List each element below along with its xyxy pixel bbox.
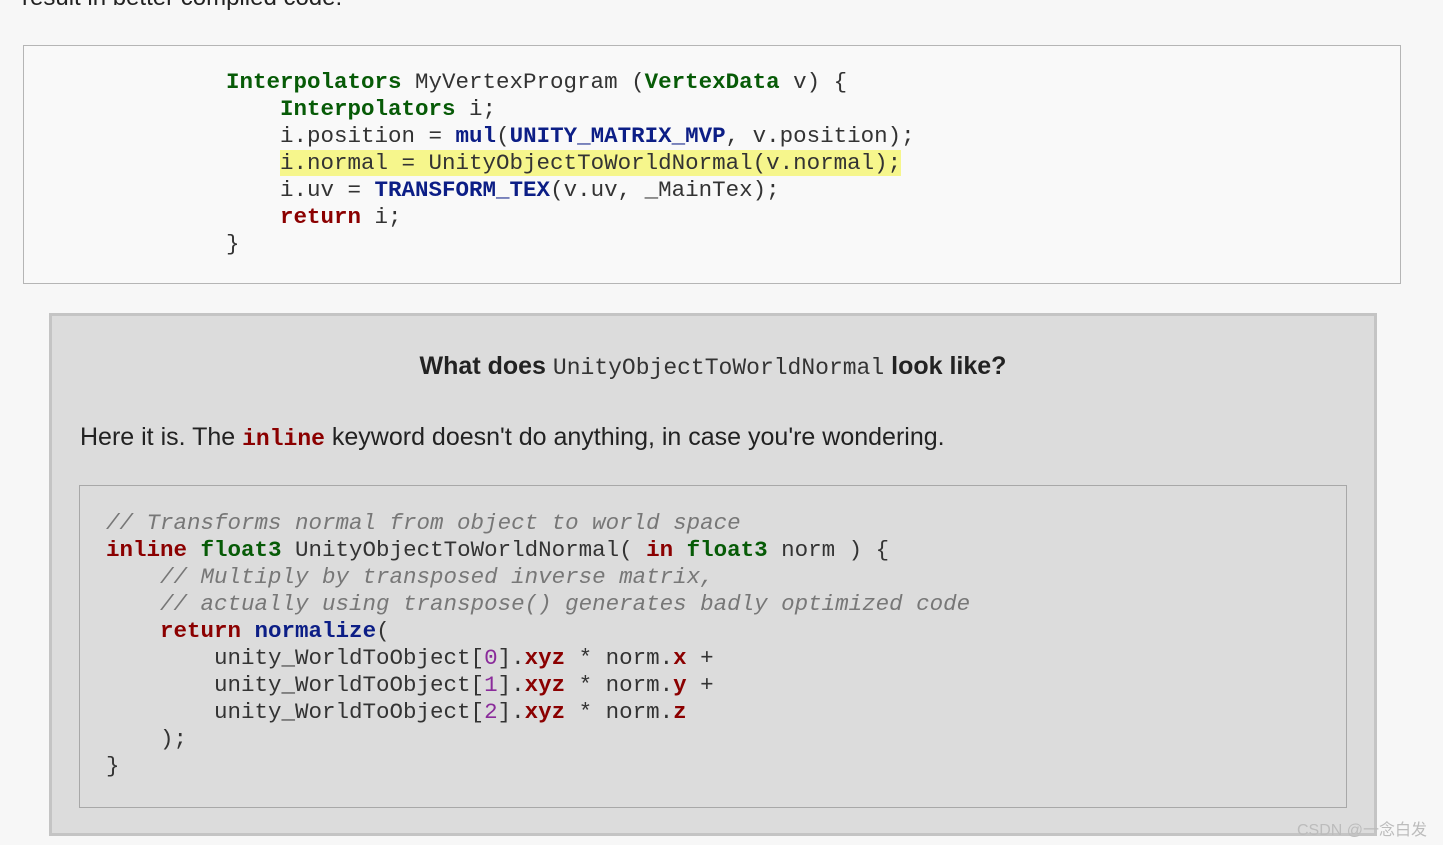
title-prefix: What does (419, 352, 546, 380)
inline-keyword: inline (242, 426, 325, 452)
code-line: Interpolators i; (226, 96, 915, 123)
vertex-program-code: Interpolators MyVertexProgram (VertexDat… (226, 69, 915, 258)
code-token: 2 (484, 699, 498, 725)
watermark: CSDN @一念白发 (1296, 822, 1427, 839)
code-token: Interpolators (226, 69, 402, 95)
code-token: norm ) { (767, 537, 890, 563)
code-token: (v.uv, _MainTex); (550, 177, 780, 203)
code-token: normalize (254, 618, 377, 644)
code-line: } (226, 231, 915, 258)
code-token: ]. (497, 672, 525, 698)
code-token: + (686, 645, 714, 671)
info-box-text: Here it is. The inline keyword doesn't d… (80, 423, 945, 452)
code-line: i.uv = TRANSFORM_TEX(v.uv, _MainTex); (226, 177, 915, 204)
code-token: mul (455, 123, 497, 149)
code-line: inline float3 UnityObjectToWorldNormal( … (106, 537, 970, 564)
code-token: i.position = (226, 123, 456, 149)
title-code: UnityObjectToWorldNormal (552, 355, 885, 381)
code-line: return i; (226, 204, 915, 231)
code-token: ]. (497, 645, 525, 671)
code-line: Interpolators MyVertexProgram (VertexDat… (226, 69, 915, 96)
code-token: , v.position); (725, 123, 915, 149)
code-token: unity_WorldToObject[ (106, 672, 485, 698)
normal-function-code: // Transforms normal from object to worl… (106, 510, 970, 780)
code-token: xyz (524, 672, 566, 698)
code-token: ]. (497, 699, 525, 725)
code-token: } (226, 231, 240, 257)
info-box: What does UnityObjectToWorldNormal look … (49, 313, 1377, 836)
code-token: Interpolators (280, 96, 456, 122)
code-line: i.position = mul(UNITY_MATRIX_MVP, v.pos… (226, 123, 915, 150)
code-line: i.normal = UnityObjectToWorldNormal(v.no… (226, 150, 915, 177)
code-token: TRANSFORM_TEX (374, 177, 551, 203)
code-token: + (686, 672, 714, 698)
code-token: VertexData (644, 69, 780, 95)
text-suffix: keyword doesn't do anything, in case you… (331, 423, 945, 451)
code-line: } (106, 753, 970, 780)
code-token: // Transforms normal from object to worl… (106, 510, 741, 536)
code-token: float3 (200, 537, 282, 563)
previous-paragraph: result in better compiled code. (22, 0, 342, 12)
code-line: return normalize( (106, 618, 970, 645)
code-token: 1 (484, 672, 498, 698)
code-line: ); (106, 726, 970, 753)
code-token: ( (376, 618, 390, 644)
code-token: z (673, 699, 687, 725)
code-token: in (646, 537, 674, 563)
code-line: unity_WorldToObject[0].xyz * norm.x + (106, 645, 970, 672)
code-token: * norm. (565, 699, 674, 725)
code-token: ( (496, 123, 510, 149)
code-line: unity_WorldToObject[2].xyz * norm.z (106, 699, 970, 726)
code-line: unity_WorldToObject[1].xyz * norm.y + (106, 672, 970, 699)
code-token: i; (361, 204, 402, 230)
code-token: x (673, 645, 687, 671)
code-token: * norm. (565, 645, 674, 671)
code-token: inline (106, 537, 188, 563)
code-token: } (106, 753, 120, 779)
code-token: unity_WorldToObject[ (106, 699, 485, 725)
code-token: return (280, 204, 362, 230)
code-token: ); (106, 726, 188, 752)
code-token: float3 (686, 537, 768, 563)
code-line: // Multiply by transposed inverse matrix… (106, 564, 970, 591)
code-token: * norm. (565, 672, 674, 698)
code-token: unity_WorldToObject[ (106, 645, 485, 671)
code-line: // Transforms normal from object to worl… (106, 510, 970, 537)
code-token: return (160, 618, 242, 644)
code-token: 0 (484, 645, 498, 671)
code-token: // actually using transpose() generates … (160, 591, 971, 617)
normal-function-code-block: // Transforms normal from object to worl… (79, 485, 1347, 808)
code-token: // Multiply by transposed inverse matrix… (160, 564, 714, 590)
code-token: y (673, 672, 687, 698)
code-token: MyVertexProgram ( (401, 69, 645, 95)
title-suffix: look like? (891, 352, 1007, 380)
code-token: v) { (779, 69, 848, 95)
code-token: i.normal = UnityObjectToWorldNormal(v.no… (280, 150, 902, 176)
code-token: xyz (524, 645, 566, 671)
code-token: xyz (524, 699, 566, 725)
info-box-title: What does UnityObjectToWorldNormal look … (52, 352, 1374, 381)
vertex-program-code-block: Interpolators MyVertexProgram (VertexDat… (23, 45, 1401, 284)
code-token: i; (455, 96, 497, 122)
code-token: UNITY_MATRIX_MVP (509, 123, 726, 149)
code-line: // actually using transpose() generates … (106, 591, 970, 618)
code-token: i.uv = (226, 177, 375, 203)
text-prefix: Here it is. The (80, 423, 236, 451)
code-token: UnityObjectToWorldNormal( (281, 537, 647, 563)
